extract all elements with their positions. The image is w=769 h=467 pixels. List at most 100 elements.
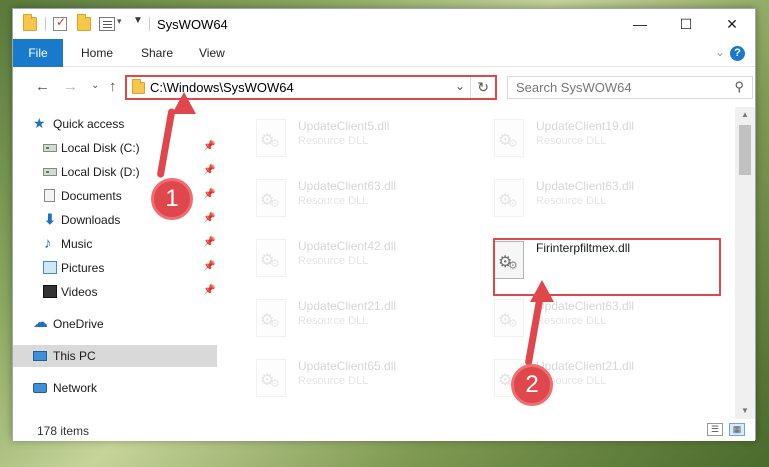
sidebar-item-local-disk-d[interactable]: Local Disk (D:) 📌 <box>13 161 217 183</box>
sidebar-item-label: Videos <box>61 285 98 299</box>
file-item[interactable]: UpdateClient63.dll Resource DLL <box>484 173 704 227</box>
sidebar-item-this-pc[interactable]: This PC <box>13 345 217 367</box>
file-explorer-window: ▾ ▼ SysWOW64 — ☐ ✕ File Home Share View … <box>12 8 756 441</box>
file-type: Resource DLL <box>298 255 369 267</box>
search-icon[interactable]: ⚲ <box>734 79 744 95</box>
status-bar: 178 items ☰ ▦ <box>13 419 755 441</box>
scroll-up-icon[interactable]: ▲ <box>735 107 755 123</box>
tab-file[interactable]: File <box>13 39 63 67</box>
file-item[interactable]: UpdateClient63.dll Resource DLL <box>246 173 466 227</box>
dll-file-icon <box>494 299 524 337</box>
up-arrow-icon[interactable]: ↑ <box>109 78 117 95</box>
sidebar-item-label: Downloads <box>61 213 121 227</box>
navigation-pane: ★ Quick access Local Disk (C:) 📌 Local D… <box>13 107 217 419</box>
close-button[interactable]: ✕ <box>709 9 755 39</box>
music-icon: ♪ <box>44 235 52 252</box>
sidebar-item-network[interactable]: Network <box>13 377 217 399</box>
pin-icon[interactable]: 📌 <box>203 213 215 224</box>
file-item[interactable]: UpdateClient5.dll Resource DLL <box>246 113 466 167</box>
new-folder-icon[interactable] <box>77 14 91 31</box>
annotation-step-2-badge: 2 <box>511 364 553 406</box>
pin-icon[interactable]: 📌 <box>203 285 215 296</box>
back-arrow-icon[interactable]: ← <box>35 78 50 95</box>
address-dropdown-icon[interactable]: ⌄ <box>455 79 465 93</box>
pin-icon[interactable]: 📌 <box>203 141 215 152</box>
file-name: UpdateClient19.dll <box>536 119 635 133</box>
sidebar-item-label: This PC <box>53 349 96 363</box>
sidebar-item-label: OneDrive <box>53 317 104 331</box>
search-box[interactable]: Search SysWOW64 ⚲ <box>507 76 753 99</box>
quick-access-dropdown-icon[interactable]: ▼ <box>133 15 143 26</box>
pin-icon[interactable]: 📌 <box>203 237 215 248</box>
annotation-arrowhead-1 <box>172 92 196 114</box>
scroll-down-icon[interactable]: ▼ <box>735 403 755 419</box>
large-icons-view-icon[interactable]: ▦ <box>729 423 745 436</box>
dll-file-icon <box>256 299 286 337</box>
file-type: Resource DLL <box>298 195 369 207</box>
minimize-button[interactable]: — <box>617 9 663 39</box>
address-divider <box>470 77 471 98</box>
help-icon[interactable]: ? <box>730 46 745 61</box>
file-type: Resource DLL <box>536 135 607 147</box>
tab-home[interactable]: Home <box>81 39 113 67</box>
details-view-icon[interactable]: ☰ <box>707 423 723 436</box>
this-pc-icon <box>33 351 47 361</box>
vertical-scrollbar[interactable]: ▲ ▼ <box>735 107 755 419</box>
file-item[interactable]: UpdateClient65.dll Resource DLL <box>246 353 466 407</box>
sidebar-item-label: Network <box>53 381 98 395</box>
file-type: Resource DLL <box>298 135 369 147</box>
file-item[interactable]: UpdateClient19.dll Resource DLL <box>484 113 704 167</box>
forward-arrow-icon[interactable]: → <box>63 78 78 95</box>
pin-icon[interactable]: 📌 <box>203 261 215 272</box>
drive-icon <box>43 144 57 152</box>
customize-toolbar-icon[interactable] <box>99 17 115 31</box>
sidebar-item-quick-access[interactable]: ★ Quick access <box>13 113 217 135</box>
file-item[interactable]: UpdateClient21.dll Resource DLL <box>246 293 466 347</box>
sidebar-item-pictures[interactable]: Pictures 📌 <box>13 257 217 279</box>
file-name: UpdateClient21.dll <box>298 299 397 313</box>
pictures-icon <box>43 261 57 274</box>
properties-check-icon[interactable] <box>53 15 67 31</box>
chevron-down-icon[interactable]: ▾ <box>117 16 122 27</box>
file-name: UpdateClient65.dll <box>298 359 397 373</box>
window-title: SysWOW64 <box>157 17 228 32</box>
folder-icon <box>132 79 145 94</box>
search-input[interactable]: Search SysWOW64 <box>516 80 632 95</box>
expand-ribbon-icon[interactable]: ⌄ <box>715 45 725 59</box>
annotation-arrowhead-2 <box>530 280 554 302</box>
file-item[interactable]: UpdateClient42.dll Resource DLL <box>246 233 466 287</box>
highlight-box <box>493 238 721 296</box>
tab-share[interactable]: Share <box>141 39 173 67</box>
dll-file-icon <box>256 359 286 397</box>
refresh-icon[interactable]: ↻ <box>477 79 489 96</box>
item-count: 178 items <box>37 424 90 438</box>
toolbar-divider <box>45 17 46 31</box>
file-name: UpdateClient63.dll <box>298 179 397 193</box>
dll-file-icon <box>494 119 524 157</box>
network-icon <box>33 383 47 393</box>
navigation-bar: ← → ⌄ ↑ C:\Windows\SysWOW64 ⌄ ↻ Search S… <box>13 67 755 107</box>
sidebar-item-local-disk-c[interactable]: Local Disk (C:) 📌 <box>13 137 217 159</box>
title-bar: ▾ ▼ SysWOW64 — ☐ ✕ <box>13 9 755 39</box>
file-name: UpdateClient63.dll <box>536 179 635 193</box>
recent-locations-chevron-icon[interactable]: ⌄ <box>91 80 99 91</box>
downloads-icon: ⬇ <box>44 211 56 227</box>
file-list: UpdateClient5.dll Resource DLL UpdateCli… <box>218 107 734 419</box>
dll-file-icon <box>256 179 286 217</box>
tab-view[interactable]: View <box>199 39 225 67</box>
sidebar-item-videos[interactable]: Videos 📌 <box>13 281 217 303</box>
sidebar-item-label: Local Disk (C:) <box>61 141 140 155</box>
star-icon: ★ <box>33 115 46 131</box>
maximize-button[interactable]: ☐ <box>663 9 709 39</box>
pin-icon[interactable]: 📌 <box>203 189 215 200</box>
dll-file-icon <box>256 239 286 277</box>
scrollbar-thumb[interactable] <box>739 125 751 175</box>
sidebar-item-onedrive[interactable]: ☁ OneDrive <box>13 313 217 335</box>
sidebar-item-label: Pictures <box>61 261 105 275</box>
onedrive-icon: ☁ <box>33 314 48 331</box>
pin-icon[interactable]: 📌 <box>203 165 215 176</box>
sidebar-item-music[interactable]: ♪ Music 📌 <box>13 233 217 255</box>
ribbon-tabs: File Home Share View ⌄ ? <box>13 39 755 67</box>
sidebar-item-label: Local Disk (D:) <box>61 165 140 179</box>
file-item[interactable]: UpdateClient63.dll Resource DLL <box>484 293 704 347</box>
